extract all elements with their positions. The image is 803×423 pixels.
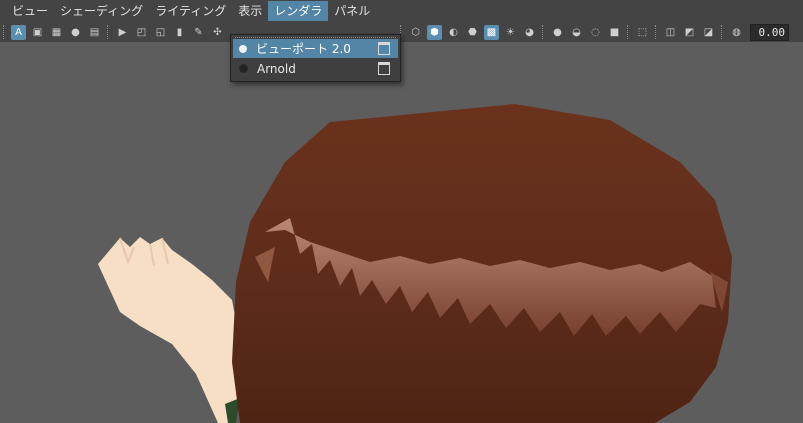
light-icon[interactable]: ☀	[503, 25, 518, 40]
menu-shading[interactable]: シェーディング	[54, 1, 149, 21]
shaded-wireframe-icon[interactable]: ◐	[446, 25, 461, 40]
toolbar-separator	[655, 25, 658, 39]
wireframe-icon[interactable]: ⬡	[408, 25, 423, 40]
select-camera-icon[interactable]: A	[11, 24, 26, 40]
menu-renderer[interactable]: レンダラ	[268, 1, 329, 21]
grid-icon[interactable]: ✣	[210, 25, 225, 40]
toolbar-separator	[3, 25, 6, 39]
film-gate-icon[interactable]: ▮	[172, 25, 187, 40]
option-box-icon[interactable]	[378, 42, 390, 55]
toolbar-separator	[721, 25, 724, 39]
smooth-shade-icon[interactable]: ⬢	[427, 24, 442, 40]
radio-selected-icon	[239, 44, 247, 53]
shadows-icon[interactable]: ◕	[522, 25, 537, 40]
two-d-pan-icon[interactable]: ▤	[87, 25, 102, 40]
panel-toolbar: A ▣ ▦ ● ▤ ▶ ◰ ◱ ▮ ✎ ✣ ⬡ ⬢ ◐ ⬣ ▩ ☀ ◕ ● ◒ …	[0, 22, 803, 42]
menu-view[interactable]: ビュー	[6, 1, 54, 21]
use-all-lights-icon[interactable]: ▩	[484, 24, 499, 40]
frame-all-icon[interactable]: ◰	[134, 25, 149, 40]
renderer-dropdown-menu: ビューポート 2.0 Arnold	[230, 34, 401, 82]
toolbar-separator	[627, 25, 630, 39]
camera-attributes-icon[interactable]: ▣	[30, 25, 45, 40]
3d-viewport[interactable]	[0, 42, 803, 423]
frame-selection-icon[interactable]: ◱	[153, 25, 168, 40]
camera-icon[interactable]: ▶	[115, 25, 130, 40]
depth-of-field-icon[interactable]: ■	[607, 25, 622, 40]
textured-icon[interactable]: ⬣	[465, 25, 480, 40]
exposure-field[interactable]: 0.00	[750, 23, 789, 41]
hand-model	[98, 237, 240, 423]
toolbar-separator	[107, 25, 110, 39]
menu-panels[interactable]: パネル	[328, 1, 376, 21]
renderer-option-arnold[interactable]: Arnold	[233, 59, 398, 78]
radio-unselected-icon	[239, 64, 248, 73]
xray-joints-icon[interactable]: ◩	[682, 25, 697, 40]
xray-active-icon[interactable]: ◪	[701, 25, 716, 40]
renderer-option-label: ビューポート 2.0	[256, 42, 351, 56]
renderer-option-label: Arnold	[257, 61, 296, 76]
exposure-icon[interactable]: ◍	[729, 25, 744, 40]
panel-menu-bar: ビュー シェーディング ライティング 表示 レンダラ パネル	[0, 0, 803, 22]
toolbar-separator	[542, 25, 545, 39]
option-box-icon[interactable]	[378, 62, 390, 75]
motion-blur-icon[interactable]: ◒	[569, 25, 584, 40]
isolate-select-icon[interactable]: ⬚	[635, 25, 650, 40]
xray-icon[interactable]: ◫	[663, 25, 678, 40]
screen-space-ao-icon[interactable]: ●	[550, 25, 565, 40]
hair-model	[232, 104, 732, 423]
viewport-scene	[98, 104, 732, 423]
image-plane-icon[interactable]: ●	[68, 25, 83, 40]
menu-show[interactable]: 表示	[232, 1, 268, 21]
anti-aliasing-icon[interactable]: ◌	[588, 25, 603, 40]
bookmark-icon[interactable]: ▦	[49, 25, 64, 40]
renderer-option-viewport2[interactable]: ビューポート 2.0	[233, 39, 398, 58]
grease-pencil-icon[interactable]: ✎	[191, 25, 206, 40]
menu-lighting[interactable]: ライティング	[149, 1, 232, 21]
